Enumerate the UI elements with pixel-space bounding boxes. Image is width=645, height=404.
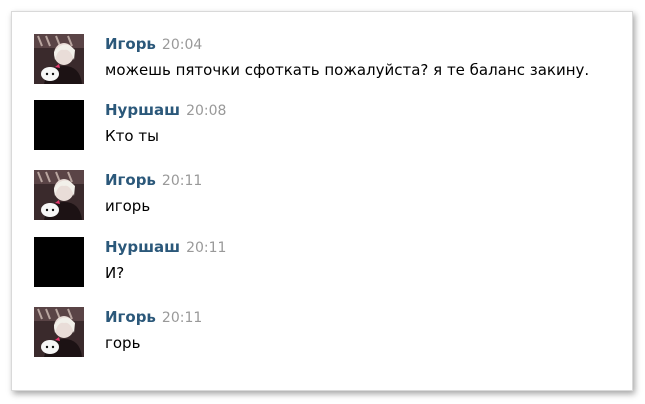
avatar[interactable] [34, 237, 84, 287]
user-photo-icon [34, 170, 84, 220]
message-time: 20:04 [161, 37, 203, 53]
message-time: 20:11 [161, 173, 203, 189]
user-photo-icon [34, 307, 84, 357]
message-time: 20:11 [161, 310, 203, 326]
avatar[interactable] [34, 100, 84, 150]
message-text: горь [105, 334, 141, 352]
chat-window: Игорь 20:04 можешь пяточки сфоткать пожал… [11, 11, 633, 391]
author-name[interactable]: Нуршаш [105, 238, 180, 256]
message-text: можешь пяточки сфоткать пожалуйста? я те… [105, 61, 590, 79]
message-text: игорь [105, 197, 151, 215]
message-text: Кто ты [105, 127, 159, 145]
avatar[interactable] [34, 170, 84, 220]
message-item: Нуршаш 20:11 И? [34, 237, 614, 297]
message-item: Игорь 20:11 горь [34, 307, 614, 367]
avatar[interactable] [34, 34, 84, 84]
avatar[interactable] [34, 307, 84, 357]
message-item: Игорь 20:04 можешь пяточки сфоткать пожал… [34, 34, 614, 94]
author-name[interactable]: Нуршаш [105, 101, 180, 119]
message-time: 20:08 [186, 103, 227, 119]
user-photo-icon [34, 34, 84, 84]
author-name[interactable]: Игорь [105, 171, 156, 189]
message-time: 20:11 [186, 240, 227, 256]
message-item: Игорь 20:11 игорь [34, 170, 614, 230]
author-name[interactable]: Игорь [105, 308, 156, 326]
author-name[interactable]: Игорь [105, 35, 156, 53]
message-text: И? [105, 264, 125, 282]
message-item: Нуршаш 20:08 Кто ты [34, 100, 614, 160]
